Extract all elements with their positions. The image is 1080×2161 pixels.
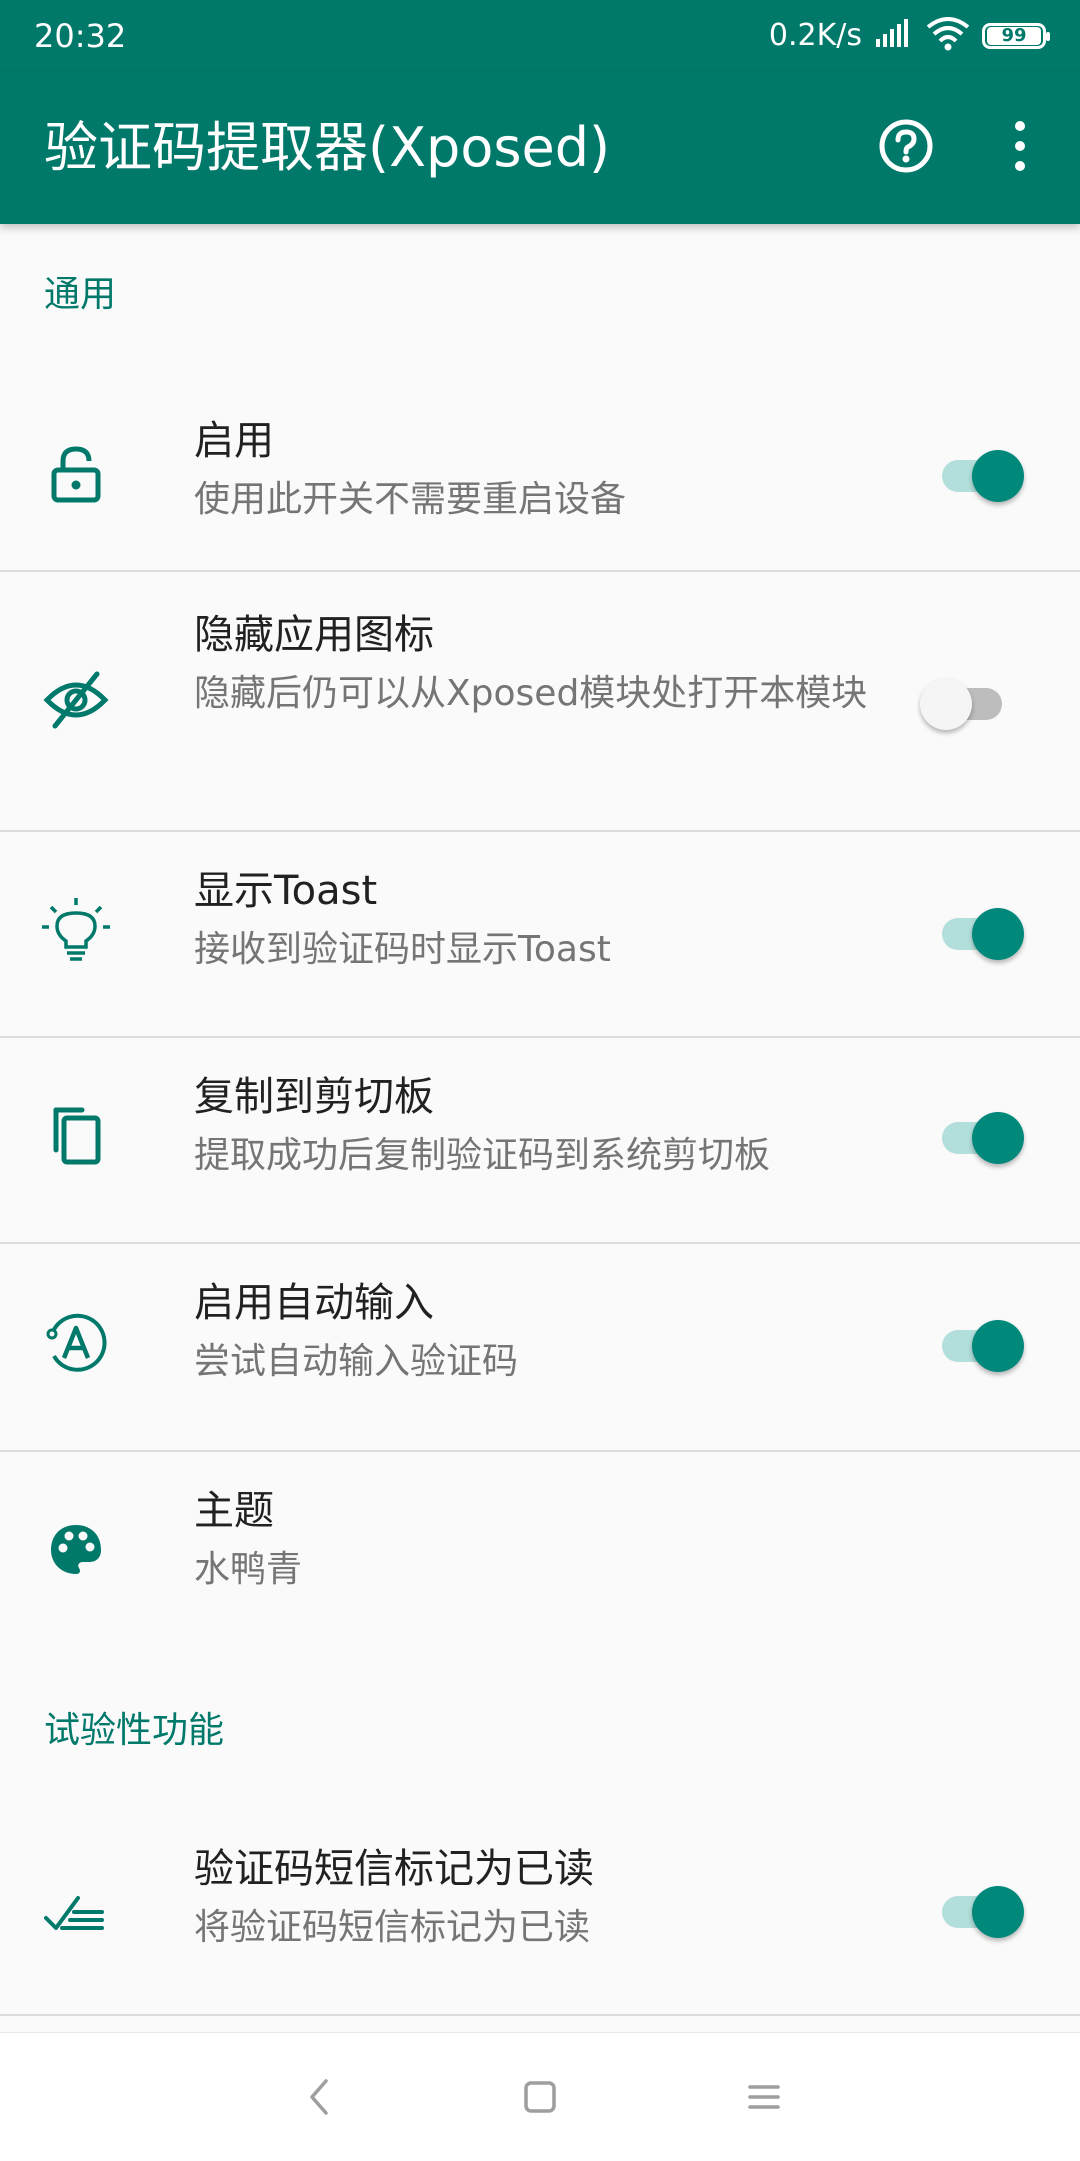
pref-title: 隐藏应用图标 xyxy=(194,612,434,658)
overflow-menu-icon[interactable] xyxy=(984,110,1056,182)
status-indicators: 0.2K/s 99 xyxy=(768,14,1050,58)
pref-title: 复制到剪切板 xyxy=(194,1074,434,1120)
divider xyxy=(0,2014,1080,2016)
switch-thumb xyxy=(972,908,1024,960)
pref-auto-input[interactable]: 启用自动输入 尝试自动输入验证码 xyxy=(0,1244,1080,1452)
pref-summary: 使用此开关不需要重启设备 xyxy=(194,479,627,520)
pref-summary: 提取成功后复制验证码到系统剪切板 xyxy=(194,1135,771,1176)
pref-summary: 隐藏后仍可以从Xposed模块处打开本模块 xyxy=(194,673,868,714)
pref-summary: 水鸭青 xyxy=(194,1549,303,1590)
section-header-general: 通用 xyxy=(44,274,117,315)
section-header-experimental: 试验性功能 xyxy=(44,1710,225,1751)
recents-icon[interactable] xyxy=(728,2061,800,2133)
pref-summary: 接收到验证码时显示Toast xyxy=(194,929,611,970)
app-title: 验证码提取器(Xposed) xyxy=(44,116,611,179)
lock-open-icon xyxy=(40,438,112,510)
mark-read-icon xyxy=(40,1876,112,1948)
toast-switch[interactable] xyxy=(940,902,1030,962)
pref-copy-clipboard[interactable]: 复制到剪切板 提取成功后复制验证码到系统剪切板 xyxy=(0,1038,1080,1244)
hide-icon-switch[interactable] xyxy=(920,672,1010,732)
wifi-icon xyxy=(926,17,970,55)
pref-title: 启用 xyxy=(194,418,274,464)
pref-summary: 将验证码短信标记为已读 xyxy=(194,1907,591,1948)
pref-hide-icon[interactable]: 隐藏应用图标 隐藏后仍可以从Xposed模块处打开本模块 xyxy=(0,572,1080,832)
enable-switch[interactable] xyxy=(940,444,1030,504)
switch-thumb xyxy=(972,1320,1024,1372)
status-time: 20:32 xyxy=(34,17,127,55)
pref-title: 主题 xyxy=(194,1488,274,1534)
pref-title: 显示Toast xyxy=(194,868,378,914)
eye-off-icon xyxy=(40,664,112,736)
switch-thumb xyxy=(972,450,1024,502)
palette-icon xyxy=(40,1514,112,1586)
pref-mark-read[interactable]: 验证码短信标记为已读 将验证码短信标记为已读 xyxy=(0,1810,1080,2016)
network-speed: 0.2K/s xyxy=(768,18,862,53)
pref-summary: 尝试自动输入验证码 xyxy=(194,1341,519,1382)
home-icon[interactable] xyxy=(504,2061,576,2133)
app-bar: 验证码提取器(Xposed) xyxy=(0,72,1080,224)
copy-icon xyxy=(40,1100,112,1172)
auto-input-icon xyxy=(40,1308,112,1380)
mark-read-switch[interactable] xyxy=(940,1880,1030,1940)
help-icon[interactable] xyxy=(870,110,942,182)
pref-show-toast[interactable]: 显示Toast 接收到验证码时显示Toast xyxy=(0,832,1080,1038)
switch-thumb xyxy=(972,1886,1024,1938)
auto-input-switch[interactable] xyxy=(940,1314,1030,1374)
lightbulb-icon xyxy=(40,896,112,968)
status-bar: 20:32 0.2K/s 99 xyxy=(0,0,1080,72)
navigation-bar xyxy=(0,2032,1080,2161)
pref-theme[interactable]: 主题 水鸭青 xyxy=(0,1452,1080,1646)
switch-thumb xyxy=(920,678,972,730)
clipboard-switch[interactable] xyxy=(940,1106,1030,1166)
battery-icon: 99 xyxy=(982,23,1050,49)
pref-title: 验证码短信标记为已读 xyxy=(194,1846,594,1892)
pref-title: 启用自动输入 xyxy=(194,1280,434,1326)
switch-thumb xyxy=(972,1112,1024,1164)
battery-level: 99 xyxy=(987,27,1041,45)
signal-icon xyxy=(874,19,914,53)
pref-enable[interactable]: 启用 使用此开关不需要重启设备 xyxy=(0,382,1080,572)
back-icon[interactable] xyxy=(284,2061,356,2133)
